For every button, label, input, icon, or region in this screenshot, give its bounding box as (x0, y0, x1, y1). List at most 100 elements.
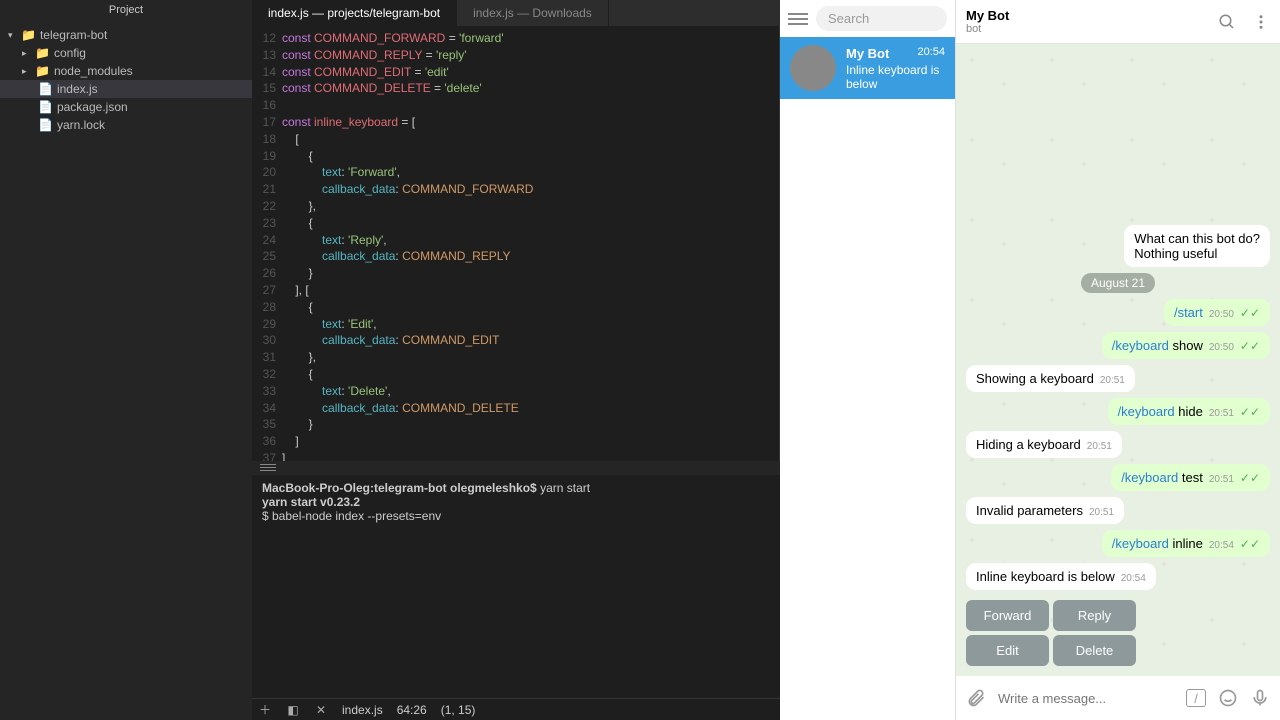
read-ticks-icon: ✓✓ (1240, 306, 1260, 320)
tree-label: index.js (57, 82, 98, 96)
chat-preview: Inline keyboard is below (846, 63, 945, 91)
chat-header: My Bot bot (956, 0, 1280, 44)
editor-tabs: index.js — projects/telegram-botindex.js… (252, 0, 780, 26)
code-editor[interactable]: 1213141516171819202122232425262728293031… (252, 26, 780, 461)
tree-label: config (54, 46, 86, 60)
terminal-panel[interactable]: MacBook-Pro-Oleg:telegram-bot olegmelesh… (252, 475, 780, 720)
inline-button[interactable]: Delete (1053, 635, 1136, 666)
message-time: 20:51 (1100, 375, 1125, 386)
message-text: /keyboard hide (1118, 404, 1203, 419)
read-ticks-icon: ✓✓ (1240, 339, 1260, 353)
read-ticks-icon: ✓✓ (1240, 405, 1260, 419)
read-ticks-icon: ✓✓ (1240, 471, 1260, 485)
status-file: index.js (342, 703, 383, 717)
close-icon[interactable]: ✕ (314, 703, 328, 717)
message-text: Hiding a keyboard (976, 437, 1081, 452)
status-ratio: 64:26 (397, 703, 427, 717)
chat-pane: My Bot bot What can this bot do? Nothing… (956, 0, 1280, 720)
info-question: What can this bot do? (1134, 231, 1260, 246)
chat-list-pane: Search My Bot 20:54 Inline keyboard is b… (780, 0, 956, 720)
tree-file[interactable]: 📄index.js (0, 80, 252, 98)
message-time: 20:51 (1209, 408, 1234, 419)
message-bubble-in[interactable]: Hiding a keyboard20:51 (966, 431, 1122, 458)
message-bubble-in[interactable]: Inline keyboard is below20:54 (966, 563, 1156, 590)
tree-file[interactable]: 📄 yarn.lock (0, 116, 252, 134)
drag-icon (260, 464, 276, 472)
message-text: Showing a keyboard (976, 371, 1094, 386)
telegram-app: Search My Bot 20:54 Inline keyboard is b… (780, 0, 1280, 720)
tree-label: node_modules (54, 64, 133, 78)
inline-button[interactable]: Reply (1053, 600, 1136, 631)
info-answer: Nothing useful (1134, 246, 1260, 261)
message-time: 20:54 (1209, 540, 1234, 551)
more-icon[interactable] (1252, 13, 1270, 31)
message-composer: / (956, 676, 1280, 720)
message-bubble-out[interactable]: /keyboard inline 20:54 ✓✓ (1102, 530, 1270, 557)
editor-tab[interactable]: index.js — Downloads (457, 0, 609, 26)
search-input[interactable]: Search (816, 6, 947, 31)
message-bubble-in[interactable]: Invalid parameters 20:51 (966, 497, 1124, 524)
tree-file[interactable]: 📄 package.json (0, 98, 252, 116)
status-cursor: (1, 15) (441, 703, 476, 717)
project-sidebar: Project ▾ 📁 telegram-bot ▸📁config▸📁node_… (0, 0, 252, 720)
chat-name: My Bot (846, 46, 889, 61)
search-bar: Search (780, 0, 955, 37)
line-gutter: 1213141516171819202122232425262728293031… (252, 26, 282, 461)
inline-keyboard: ForwardReplyEditDelete (966, 600, 1136, 666)
message-bubble-out[interactable]: /keyboard show20:50✓✓ (1102, 332, 1270, 359)
message-text: /start (1174, 305, 1203, 320)
editor-tab[interactable]: index.js — projects/telegram-bot (252, 0, 457, 26)
chat-list-item[interactable]: My Bot 20:54 Inline keyboard is below (780, 37, 955, 99)
message-text: /keyboard test (1121, 470, 1203, 485)
message-bubble-in[interactable]: Showing a keyboard 20:51 (966, 365, 1135, 392)
avatar (790, 45, 836, 91)
tree-folder[interactable]: ▸📁 node_modules (0, 62, 252, 80)
tree-label: telegram-bot (40, 28, 107, 42)
message-list[interactable]: What can this bot do? Nothing useful Aug… (956, 44, 1280, 676)
chevron-right-icon: ▸ (22, 48, 32, 59)
split-icon[interactable]: ◧ (286, 703, 300, 717)
command-icon[interactable]: / (1186, 689, 1206, 707)
message-input[interactable] (998, 691, 1174, 706)
search-icon[interactable] (1218, 13, 1236, 31)
mic-icon[interactable] (1250, 688, 1270, 708)
tree-folder[interactable]: ▸📁 config (0, 44, 252, 62)
message-time: 20:51 (1089, 507, 1114, 518)
tree-root[interactable]: ▾ 📁 telegram-bot (0, 26, 252, 44)
add-icon[interactable]: ＋ (258, 703, 272, 717)
message-text: /keyboard inline (1112, 536, 1203, 551)
folder-icon: 📁 (35, 64, 50, 78)
date-badge: August 21 (1081, 273, 1155, 293)
terminal-drag-handle[interactable] (252, 461, 780, 475)
read-ticks-icon: ✓✓ (1240, 537, 1260, 551)
chat-time: 20:54 (917, 46, 945, 61)
message-text: Inline keyboard is below (976, 569, 1115, 584)
file-icon: 📄 (38, 118, 53, 132)
status-bar: ＋ ◧ ✕ index.js 64:26 (1, 15) (252, 698, 780, 720)
chevron-right-icon: ▸ (22, 66, 32, 77)
inline-button[interactable]: Forward (966, 600, 1049, 631)
hamburger-icon[interactable] (788, 13, 808, 25)
bot-info-card: What can this bot do? Nothing useful (1124, 225, 1270, 267)
emoji-icon[interactable] (1218, 688, 1238, 708)
chevron-down-icon: ▾ (8, 30, 18, 41)
code-lines: const COMMAND_FORWARD = 'forward'const C… (282, 26, 780, 461)
sidebar-title: Project (0, 0, 252, 20)
message-bubble-out[interactable]: /start 20:50 ✓✓ (1164, 299, 1270, 326)
tree-label: yarn.lock (57, 118, 105, 132)
message-time: 20:51 (1209, 474, 1234, 485)
message-text: Invalid parameters (976, 503, 1083, 518)
message-time: 20:50 (1209, 342, 1234, 353)
tree-label: package.json (57, 100, 128, 114)
message-bubble-out[interactable]: /keyboard hide 20:51 ✓✓ (1108, 398, 1270, 425)
inline-button[interactable]: Edit (966, 635, 1049, 666)
file-tree: ▾ 📁 telegram-bot ▸📁config▸📁node_modules … (0, 20, 252, 140)
file-icon: 📄 (38, 100, 53, 114)
folder-icon: 📁 (21, 28, 36, 42)
chat-subtitle: bot (966, 23, 1009, 35)
folder-icon: 📁 (35, 46, 50, 60)
message-bubble-out[interactable]: /keyboard test 20:51 ✓✓ (1111, 464, 1270, 491)
chat-title: My Bot (966, 8, 1009, 23)
attach-icon[interactable] (966, 688, 986, 708)
message-time: 20:50 (1209, 309, 1234, 320)
